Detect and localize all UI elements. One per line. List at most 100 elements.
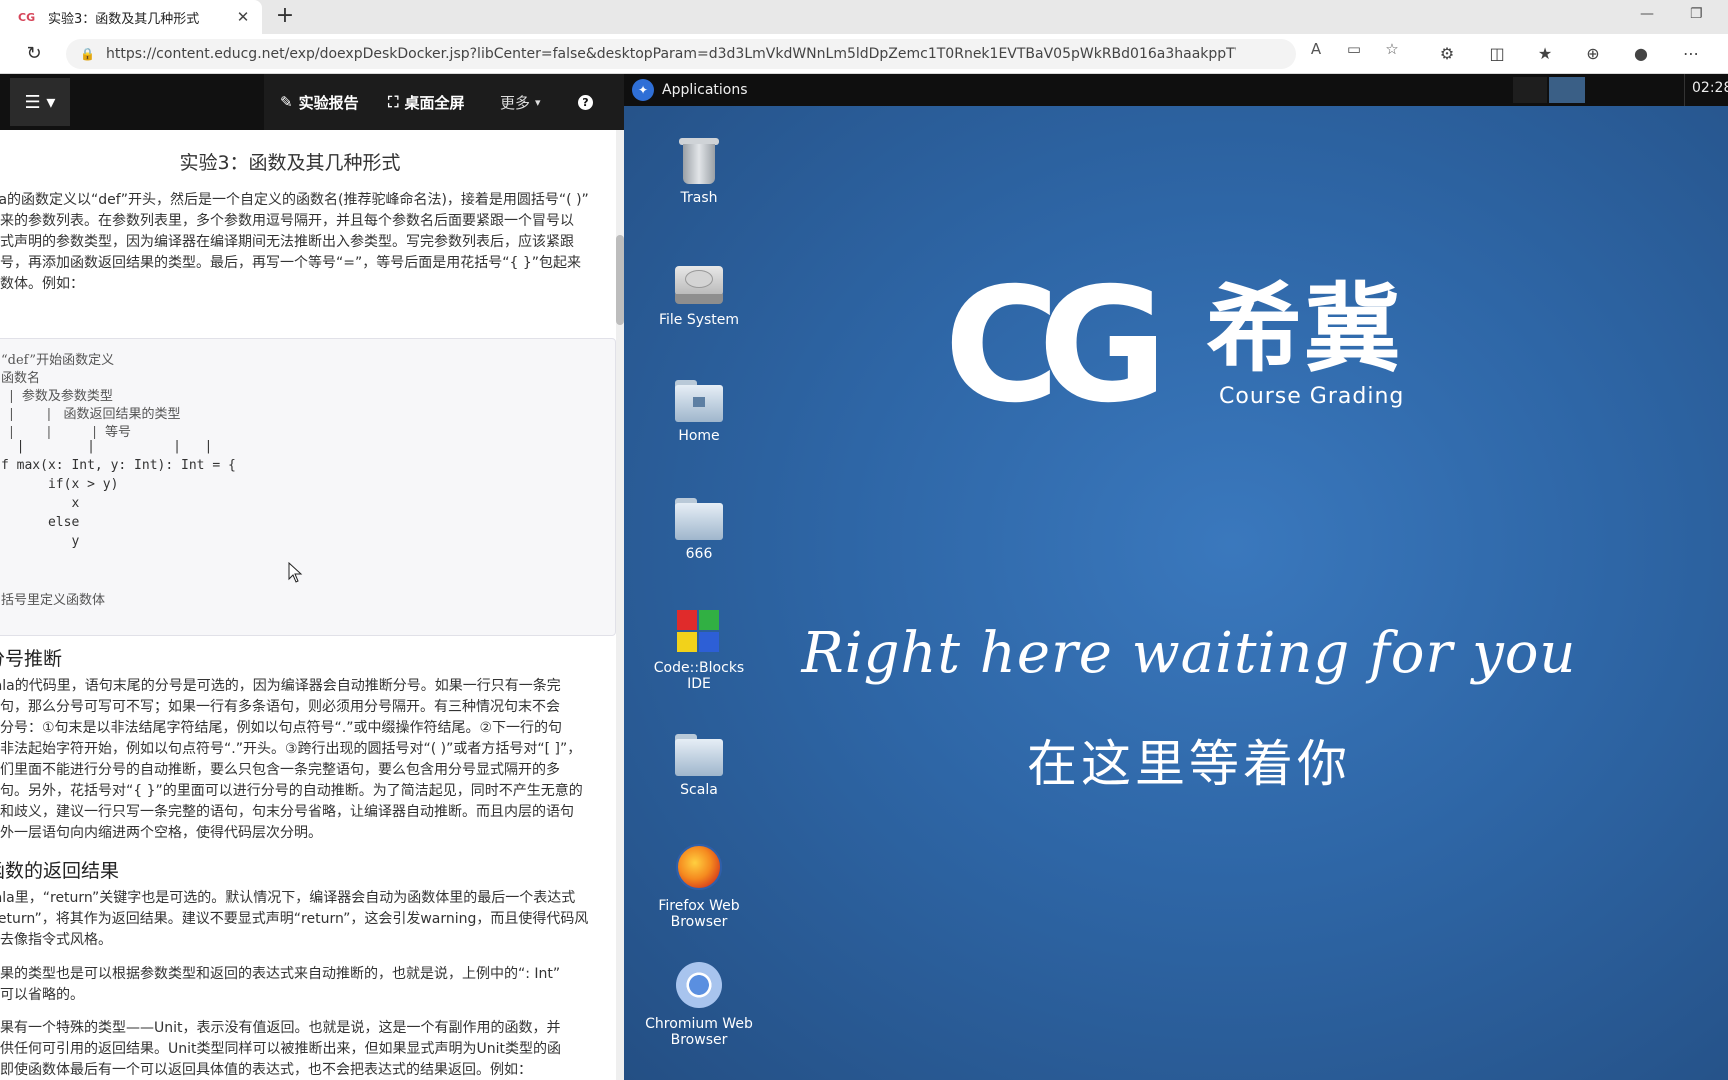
desktop-icon-chromium[interactable]: Chromium Web Browser xyxy=(644,958,754,1048)
text-line: 语句。另外，花括号对“{ }”的里面可以进行分号的自动推断。为了简洁起见，同时不… xyxy=(0,783,583,799)
applications-menu-button[interactable]: ✦ Applications xyxy=(632,78,748,102)
text-line: 起来的参数列表。在参数列表里，多个参数用逗号隔开，并且每个参数名后面要紧跟一个冒… xyxy=(0,213,574,229)
add-favorite-icon[interactable]: ☆ xyxy=(1382,40,1402,60)
desktop-icon-label: Scala xyxy=(680,782,718,798)
section-heading-return: 函数的返回结果 xyxy=(0,860,120,882)
infer-paragraph: 结果的类型也是可以根据参数类型和返回的表达式来自动推断的，也就是说，上例中的“:… xyxy=(0,964,614,1006)
workspace-2[interactable] xyxy=(1513,77,1547,103)
desktop-icon-666[interactable]: 666 xyxy=(644,492,754,562)
help-button[interactable]: ? xyxy=(578,74,593,130)
profile-icon[interactable]: ● xyxy=(1630,43,1652,65)
text-line: 则即使函数体最后有一个可以返回具体值的表达式，也不会把表达式的结果返回。例如： xyxy=(0,1062,532,1078)
text-line: 语句，那么分号可写可不写；如果一行有多条语句，则必须用分号隔开。有三种情况句末不… xyxy=(0,699,560,715)
browser-tab-strip: CG 实验3：函数及其几种形式 ✕ + — ❐ xyxy=(0,0,1728,34)
text-line: cala的代码里，语句末尾的分号是可选的，因为编译器会自动推断分号。如果一行只有… xyxy=(0,678,561,694)
logo-chinese: 希冀 xyxy=(1206,273,1402,385)
trash-icon xyxy=(679,138,719,184)
text-line: 结果的类型也是可以根据参数类型和返回的表达式来自动推断的，也就是说，上例中的“:… xyxy=(0,966,561,982)
semicolon-paragraph: cala的代码里，语句末尾的分号是可选的，因为编译器会自动推断分号。如果一行只有… xyxy=(0,676,614,844)
desktop-icon-label: Chromium Web Browser xyxy=(645,1016,753,1048)
lab-instructions-panel: 实验3：函数及其几种形式 ala的函数定义以“def”开头，然后是一个自定义的函… xyxy=(0,130,618,1080)
lab-scrollbar[interactable] xyxy=(616,130,624,1080)
lab-report-label: 实验报告 xyxy=(298,93,359,112)
text-line: 显式声明的参数类型，因为编译器在编译期间无法推断出入参类型。写完参数列表后，应该… xyxy=(0,234,574,250)
desktop-icon-firefox[interactable]: Firefox Web Browser xyxy=(644,840,754,930)
url-text: https://content.educg.net/exp/doexpDeskD… xyxy=(106,46,1236,62)
code-line: 括号里定义函数体 xyxy=(1,593,106,608)
code-line: | 参数及参数类型 xyxy=(1,389,113,404)
section-heading-semicolon: 分号推断 xyxy=(0,648,63,670)
code-block: “def”开始函数定义 函数名 | 参数及参数类型 | | 函数返回结果的类型 … xyxy=(0,338,616,636)
extensions-icon[interactable]: ⚙ xyxy=(1436,43,1458,65)
code-line: | | | | xyxy=(1,439,213,454)
fullscreen-icon: ⛶ xyxy=(388,93,399,111)
page-title: 实验3：函数及其几种形式 xyxy=(179,152,401,174)
panel-clock: 02:28 xyxy=(1692,80,1728,96)
code-line: else xyxy=(1,515,80,530)
immersive-reader-icon[interactable]: ▭ xyxy=(1344,40,1364,60)
xfce-logo-icon: ✦ xyxy=(632,79,654,101)
code-line: y xyxy=(1,534,80,549)
text-line: 函数体。例如： xyxy=(0,276,84,292)
code-line: 函数名 xyxy=(1,371,41,386)
text-line: 误和歧义，建议一行只写一条完整的语句，句末分号省略，让编译器自动推断。而且内层的… xyxy=(0,804,574,820)
wallpaper-slogan-chinese: 在这里等着你 xyxy=(1027,735,1351,793)
code-line: f max(x: Int, y: Int): Int = { xyxy=(1,458,236,473)
code-line: x xyxy=(1,496,80,511)
new-tab-button[interactable]: + xyxy=(270,2,300,32)
minimize-icon[interactable]: — xyxy=(1640,6,1654,22)
desktop-fullscreen-button[interactable]: ⛶ 桌面全屏 xyxy=(388,74,465,130)
text-line: 比外一层语句向内缩进两个空格，使得代码层次分明。 xyxy=(0,825,322,841)
text-line: 以非法起始字符开始，例如以句点符号“.”开头。③跨行出现的圆括号对“( )”或者… xyxy=(0,741,582,757)
intro-paragraph: ala的函数定义以“def”开头，然后是一个自定义的函数名(推荐驼峰命名法)，接… xyxy=(0,190,614,295)
more-dropdown[interactable]: 更多 ▾ xyxy=(500,74,541,130)
desktop-icon-home[interactable]: Home xyxy=(644,374,754,444)
workspace-1[interactable] xyxy=(1549,77,1585,103)
text-line: 是可以省略的。 xyxy=(0,987,84,1003)
address-bar-row: ↻ 🔒 https://content.educg.net/exp/doexpD… xyxy=(0,34,1728,74)
mouse-cursor-icon xyxy=(288,562,303,583)
read-aloud-icon[interactable]: A xyxy=(1306,40,1326,60)
browser-tab[interactable]: CG 实验3：函数及其几种形式 ✕ xyxy=(0,0,262,34)
close-tab-icon[interactable]: ✕ xyxy=(234,8,252,26)
favorites-icon[interactable]: ★ xyxy=(1534,43,1556,65)
help-icon: ? xyxy=(578,94,593,110)
chromium-icon xyxy=(676,962,722,1008)
codeblocks-icon xyxy=(677,610,721,654)
scrollbar-thumb[interactable] xyxy=(616,235,624,325)
lab-report-button[interactable]: ✎ 实验报告 xyxy=(280,74,359,130)
text-line: 它们里面不能进行分号的自动推断，要么只包含一条完整语句，要么包含用分号显式隔开的… xyxy=(0,762,560,778)
desktop-icon-label: Home xyxy=(678,428,720,444)
maximize-icon[interactable]: ❐ xyxy=(1690,6,1703,22)
more-label: 更多 xyxy=(500,93,531,112)
desktop-icon-label: Code::Blocks IDE xyxy=(653,660,745,692)
applications-label: Applications xyxy=(662,82,748,98)
logo-subtitle: Course Grading xyxy=(1219,384,1405,409)
url-field[interactable]: 🔒 https://content.educg.net/exp/doexpDes… xyxy=(66,39,1296,69)
code-line: “def”开始函数定义 xyxy=(1,353,115,368)
caret-down-icon: ▾ xyxy=(535,95,541,109)
desktop-icon-file-system[interactable]: File System xyxy=(644,258,754,328)
text-line: cala里，“return”关键字也是可选的。默认情况下，编译器会自动为函数体里… xyxy=(0,890,576,906)
desktop-icon-label: Trash xyxy=(680,190,718,206)
pencil-icon: ✎ xyxy=(280,93,293,111)
text-line: 上去像指令式风格。 xyxy=(0,932,112,948)
wallpaper-slogan-english: Right here waiting for you xyxy=(801,621,1577,686)
fullscreen-label: 桌面全屏 xyxy=(404,93,465,112)
desktop-icon-scala[interactable]: Scala xyxy=(644,728,754,798)
text-line: 出分号：①句末是以非法结尾字符结尾，例如以句点符号“.”或中缀操作符结尾。②下一… xyxy=(0,720,563,736)
desktop-icon-label: 666 xyxy=(685,546,713,562)
desktop-icon-trash[interactable]: Trash xyxy=(644,134,754,206)
code-line: | | | 等号 xyxy=(1,425,132,440)
return-paragraph: cala里，“return”关键字也是可选的。默认情况下，编译器会自动为函数体里… xyxy=(0,888,614,951)
menu-toggle-button[interactable]: ☰ ▾ xyxy=(10,78,70,126)
more-icon[interactable]: ⋯ xyxy=(1680,43,1702,65)
desktop-icon-label: Firefox Web Browser xyxy=(658,898,740,930)
split-screen-icon[interactable]: ◫ xyxy=(1486,43,1508,65)
refresh-icon[interactable]: ↻ xyxy=(22,42,46,66)
desktop-icon-codeblocks[interactable]: Code::Blocks IDE xyxy=(644,604,754,692)
collections-icon[interactable]: ⊕ xyxy=(1582,43,1604,65)
logo-letters: CG xyxy=(944,254,1168,438)
lock-icon[interactable]: 🔒 xyxy=(80,47,95,61)
list-menu-icon: ☰ ▾ xyxy=(24,91,56,113)
